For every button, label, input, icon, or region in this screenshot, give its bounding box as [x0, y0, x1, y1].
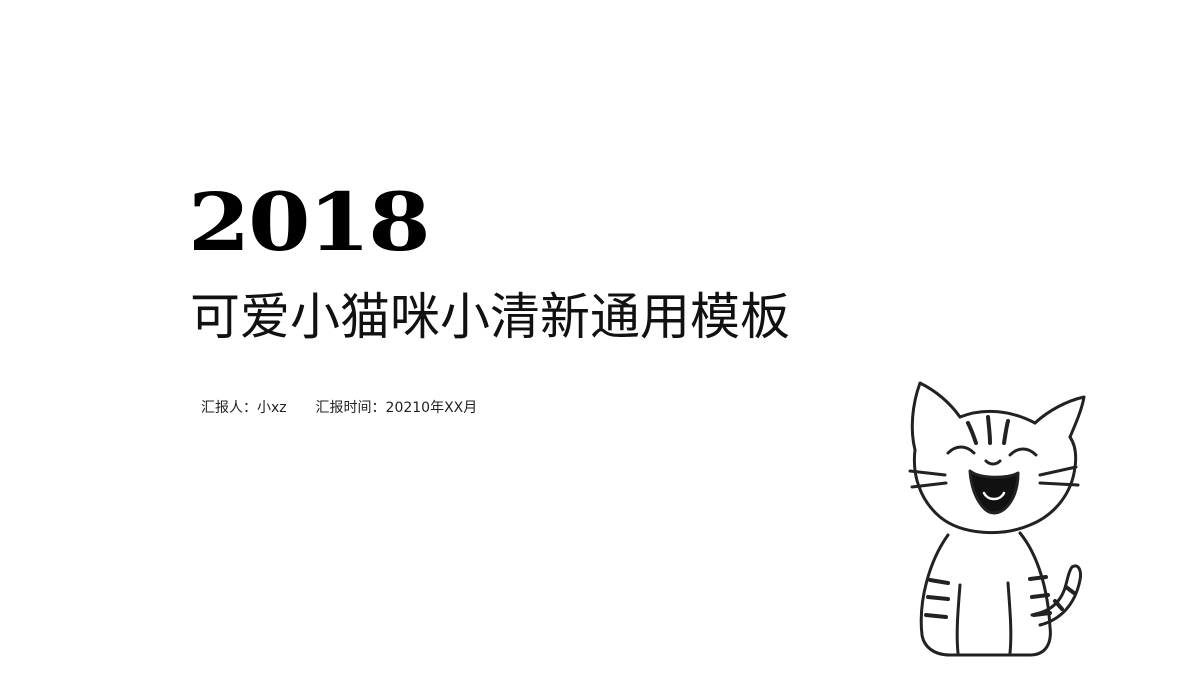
title-slide: 2018 可爱小猫咪小清新通用模板 汇报人：小xz 汇报时间：20210年XX月: [0, 0, 1200, 675]
report-time-label: 汇报时间：20210年XX月: [315, 400, 478, 416]
slide-title: 可爱小猫咪小清新通用模板: [190, 288, 790, 346]
report-meta: 汇报人：小xz 汇报时间：20210年XX月: [201, 397, 477, 417]
year-heading: 2018: [188, 175, 431, 269]
laughing-cat-icon: [908, 381, 1086, 657]
reporter-label: 汇报人：小xz: [201, 400, 287, 416]
